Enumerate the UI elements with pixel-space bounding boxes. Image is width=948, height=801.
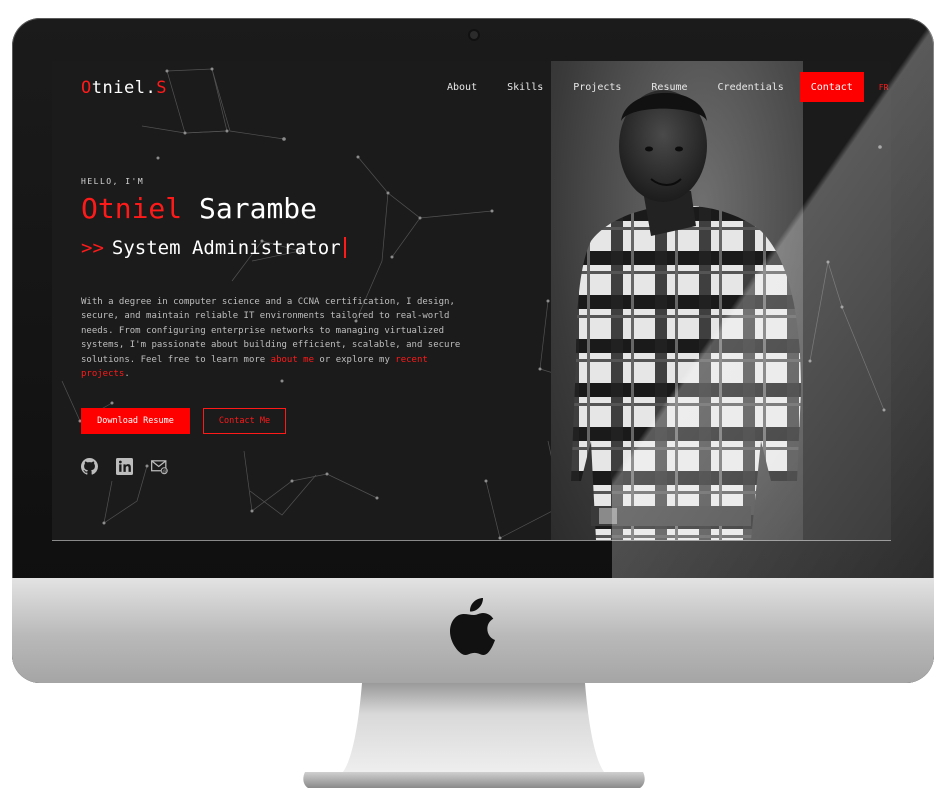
brand-logo-dot: .	[145, 78, 157, 98]
brand-logo-suffix: S	[156, 78, 167, 98]
brand-logo-rest: tniel	[91, 78, 146, 98]
nav-credentials[interactable]: Credentials	[718, 82, 784, 93]
hero-role: >> System Administrator	[81, 237, 346, 259]
brand-logo-initial: O	[81, 78, 92, 98]
nav-about[interactable]: About	[447, 82, 477, 93]
hero-last-name: Sarambe	[199, 192, 318, 225]
webcam	[470, 31, 478, 39]
svg-text:@: @	[163, 468, 168, 474]
language-toggle[interactable]: FR	[879, 83, 889, 92]
email-icon[interactable]: @	[151, 458, 168, 475]
contact-me-button[interactable]: Contact Me	[203, 408, 286, 434]
hero-first-name: Otniel	[81, 192, 183, 225]
role-prefix: >>	[81, 237, 104, 259]
bio-text-2: or explore my	[314, 354, 396, 365]
bio-text-3: .	[124, 369, 130, 380]
about-me-link[interactable]: about me	[271, 355, 314, 365]
social-links: @	[81, 458, 168, 475]
hero-name: Otniel Sarambe	[81, 192, 317, 225]
linkedin-icon[interactable]	[116, 458, 133, 475]
hero-greeting: HELLO, I'M	[81, 177, 145, 186]
download-resume-button[interactable]: Download Resume	[81, 408, 190, 434]
apple-logo-icon	[450, 598, 495, 655]
profile-photo	[551, 61, 803, 540]
role-text: System Administrator	[111, 237, 341, 259]
hero-bio: With a degree in computer science and a …	[81, 295, 469, 381]
screen: Otniel.S About Skills Projects Resume Cr…	[52, 61, 891, 541]
nav-skills[interactable]: Skills	[507, 82, 543, 93]
nav-resume[interactable]: Resume	[651, 82, 687, 93]
nav-projects[interactable]: Projects	[573, 82, 621, 93]
brand-logo[interactable]: Otniel.S	[81, 78, 167, 98]
main-nav: About Skills Projects Resume Credentials…	[432, 72, 888, 102]
nav-contact-button[interactable]: Contact	[799, 72, 864, 102]
typing-cursor	[343, 237, 346, 258]
github-icon[interactable]	[81, 458, 98, 475]
